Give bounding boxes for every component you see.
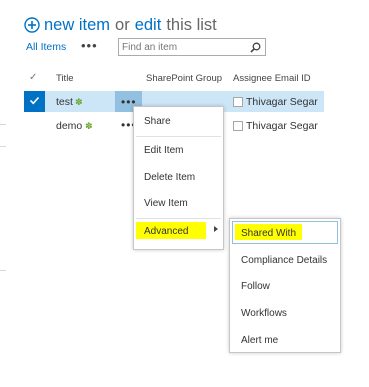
new-item-icon: ✽ (75, 97, 83, 107)
search-icon[interactable] (250, 42, 261, 53)
menu-separator (136, 218, 221, 219)
row-assignee[interactable]: Thivagar Segar (246, 120, 318, 132)
menu-separator (136, 136, 221, 137)
this-list-text: this list (166, 15, 217, 34)
column-header-assignee-email[interactable]: Assignee Email ID (233, 73, 311, 84)
menu-item-advanced[interactable]: Advanced (144, 226, 188, 237)
row-select-checkbox[interactable] (24, 91, 45, 112)
submenu-item-compliance-details[interactable]: Compliance Details (241, 255, 327, 266)
edit-list-link[interactable]: edit (135, 16, 162, 35)
add-circle-icon[interactable] (24, 17, 40, 33)
item-context-menu: Share Edit Item Delete Item View Item Ad… (133, 106, 224, 250)
row-assignee[interactable]: Thivagar Segar (246, 96, 318, 108)
row-title-link[interactable]: demo (56, 120, 82, 132)
column-header-sharepoint-group[interactable]: SharePoint Group (146, 73, 222, 84)
view-options-ellipsis[interactable]: ••• (81, 38, 98, 53)
left-edge-divider (0, 124, 6, 125)
submenu-arrow-icon (214, 226, 218, 232)
advanced-submenu: Shared With Compliance Details Follow Wo… (229, 218, 341, 353)
checkmark-icon (29, 96, 40, 105)
assignee-presence-checkbox[interactable] (233, 121, 243, 131)
new-item-icon: ✽ (85, 121, 93, 131)
search-input[interactable] (122, 40, 247, 54)
submenu-item-follow[interactable]: Follow (241, 281, 270, 292)
menu-item-edit-item[interactable]: Edit Item (144, 145, 183, 156)
row-title-link[interactable]: test (56, 96, 73, 108)
list-header: new item or edit this list (24, 14, 217, 36)
select-all-check-icon[interactable]: ✓ (29, 72, 37, 83)
menu-item-delete-item[interactable]: Delete Item (144, 172, 195, 183)
assignee-presence-checkbox[interactable] (233, 97, 243, 107)
left-edge-divider (0, 270, 6, 271)
or-text: or (115, 15, 130, 34)
left-edge-divider (0, 146, 6, 147)
submenu-item-workflows[interactable]: Workflows (241, 308, 287, 319)
submenu-item-alert-me[interactable]: Alert me (241, 335, 278, 346)
submenu-item-shared-with[interactable]: Shared With (241, 228, 296, 239)
new-item-link[interactable]: new item (44, 16, 110, 35)
column-header-title[interactable]: Title (56, 73, 74, 84)
menu-item-view-item[interactable]: View Item (144, 198, 188, 209)
view-all-items[interactable]: All Items (26, 41, 66, 53)
menu-item-share[interactable]: Share (144, 116, 171, 127)
search-box (118, 38, 266, 56)
